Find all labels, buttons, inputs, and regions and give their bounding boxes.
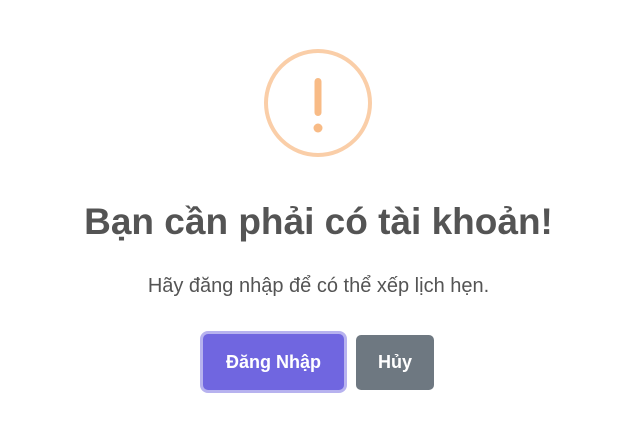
warning-exclamation-icon — [264, 49, 372, 157]
alert-dialog: Bạn cần phải có tài khoản! Hãy đăng nhập… — [0, 0, 637, 421]
dialog-message: Hãy đăng nhập để có thể xếp lịch hẹn. — [147, 275, 490, 297]
dialog-title: Bạn cần phải có tài khoản! — [84, 201, 553, 242]
login-button[interactable]: Đăng Nhập — [202, 334, 344, 390]
cancel-button[interactable]: Hủy — [356, 334, 435, 390]
warning-icon — [263, 48, 373, 158]
dialog-actions: Đăng Nhập Hủy — [0, 334, 637, 390]
